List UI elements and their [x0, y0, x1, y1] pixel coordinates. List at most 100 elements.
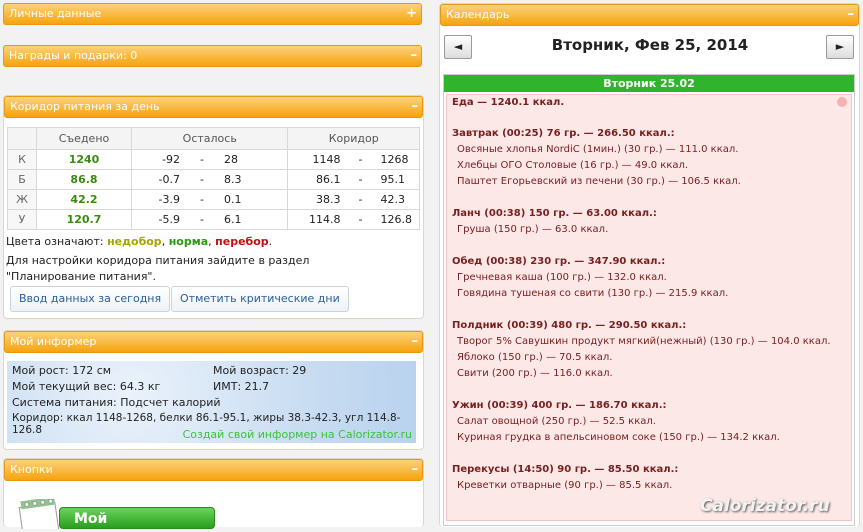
watermark: Calorizator.ru	[700, 496, 830, 516]
table-row: Б 86.8 -0.7 - 8.3 86.1 - 95.1	[7, 169, 421, 190]
awards-header[interactable]: Награды и подарки: 0 –	[3, 45, 422, 67]
informer-height: Мой рост: 172 см	[12, 364, 112, 377]
dash: -	[340, 169, 381, 190]
meal-heading[interactable]: Обед (00:38) 230 гр. — 347.90 ккал.:	[452, 256, 665, 267]
edit-hand-icon[interactable]	[837, 97, 847, 107]
calendar-icon	[17, 496, 63, 532]
corridor-panel: Коридор питания за день – Съедено Остало…	[3, 95, 424, 319]
meal-heading[interactable]: Перекусы (14:50) 90 гр. — 85.50 ккал.:	[452, 464, 678, 475]
informer-link[interactable]: Создай свой информер на Calorizator.ru	[183, 428, 412, 441]
collapse-icon[interactable]: –	[412, 97, 419, 117]
panel-title: Календарь	[446, 8, 510, 21]
meal-item[interactable]: Гречневая каша (100 гр.) — 132.0 ккал.	[457, 272, 667, 283]
panel-title: Коридор питания за день	[10, 100, 160, 113]
eaten-cell: 120.7	[36, 209, 132, 230]
expand-icon[interactable]: +	[406, 4, 417, 24]
col-header: Осталось	[130, 127, 289, 150]
meal-heading[interactable]: Завтрак (00:25) 76 гр. — 266.50 ккал.:	[452, 128, 675, 139]
mark-critical-days-button[interactable]: Отметить критические дни	[171, 286, 349, 312]
corridor-max-cell: 42.3	[380, 189, 421, 210]
meal-item[interactable]: Яблоко (150 гр.) — 70.5 ккал.	[457, 352, 612, 363]
informer-weight: Мой текущий вес: 64.3 кг	[12, 380, 161, 393]
meal-item[interactable]: Овсяные хлопья NordiC (1мин.) (30 гр.) —…	[457, 144, 738, 155]
informer-age: Мой возраст: 29	[213, 364, 307, 377]
left-max-cell: 0.1	[224, 189, 289, 210]
row-label: Ж	[7, 189, 37, 210]
table-row: У 120.7 -5.9 - 6.1 114.8 - 126.8	[7, 209, 421, 230]
dash: -	[180, 209, 224, 230]
legend-under: недобор	[107, 235, 162, 248]
panel-title: Мой информер	[10, 335, 97, 348]
legend-sep: ,	[161, 235, 166, 248]
meal-item[interactable]: Паштет Егорьевский из печени (30 гр.) — …	[457, 176, 741, 187]
row-label: К	[7, 149, 37, 170]
informer-header[interactable]: Мой информер –	[4, 331, 423, 353]
prev-day-button[interactable]: ◄	[444, 35, 472, 59]
meal-item[interactable]: Говядина тушеная со свити (130 гр.) — 21…	[457, 288, 728, 299]
row-label: У	[7, 209, 37, 230]
corridor-max-cell: 1268	[380, 149, 421, 170]
personal-data-header[interactable]: Личные данные +	[3, 3, 422, 25]
next-day-button[interactable]: ►	[826, 35, 854, 59]
left-min-cell: -92	[131, 149, 180, 170]
row-label: Б	[7, 169, 37, 190]
dash: -	[340, 209, 381, 230]
eaten-cell: 42.2	[36, 189, 132, 210]
button-label: Мой	[74, 511, 108, 527]
left-max-cell: 28	[224, 149, 289, 170]
meal-item[interactable]: Креветки отварные (90 гр.) — 85.5 ккал.	[457, 480, 672, 491]
meal-heading[interactable]: Полдник (00:39) 480 гр. — 290.50 ккал.:	[452, 320, 686, 331]
corridor-max-cell: 126.8	[380, 209, 421, 230]
meal-heading[interactable]: Ужин (00:39) 400 гр. — 186.70 ккал.:	[452, 400, 667, 411]
table-row: К 1240 -92 - 28 1148 - 1268	[7, 149, 421, 170]
buttons-header[interactable]: Кнопки –	[4, 459, 423, 481]
col-header: Съедено	[36, 127, 132, 150]
dash: -	[340, 189, 381, 210]
left-min-cell: -0.7	[131, 169, 180, 190]
calendar-header[interactable]: Календарь –	[440, 4, 859, 26]
corridor-header[interactable]: Коридор питания за день –	[4, 96, 423, 118]
collapse-icon[interactable]: –	[412, 460, 419, 480]
collapse-icon[interactable]: –	[412, 332, 419, 352]
color-legend: Цвета означают: недобор, норма, перебор.	[6, 235, 272, 248]
dash: -	[180, 149, 224, 170]
meal-item[interactable]: Творог 5% Савушкин продукт мягкий(нежный…	[457, 336, 831, 347]
collapse-icon[interactable]: –	[848, 5, 855, 25]
dash: -	[340, 149, 381, 170]
corridor-min-cell: 114.8	[287, 209, 341, 230]
corridor-table: Съедено Осталось Коридор К 1240 -92 - 28…	[7, 127, 421, 230]
legend-sep: ,	[208, 235, 212, 248]
corner-cell	[7, 127, 37, 150]
col-header: Коридор	[287, 127, 420, 150]
table-row: Ж 42.2 -3.9 - 0.1 38.3 - 42.3	[7, 189, 421, 210]
meal-heading[interactable]: Ланч (00:38) 150 гр. — 63.00 ккал.:	[452, 208, 657, 219]
panel-title: Награды и подарки: 0	[9, 49, 138, 62]
meal-item[interactable]: Груша (150 гр.) — 63.0 ккал.	[457, 224, 608, 235]
dash: -	[180, 169, 224, 190]
meal-item[interactable]: Свити (200 гр.) — 116.0 ккал.	[457, 368, 613, 379]
day-card: Вторник 25.02 Еда — 1240.1 ккал. Завтрак…	[443, 74, 855, 526]
left-max-cell: 8.3	[224, 169, 289, 190]
day-entries: Еда — 1240.1 ккал. Завтрак (00:25) 76 гр…	[446, 94, 852, 521]
informer-panel: Мой информер – Мой рост: 172 см Мой возр…	[3, 330, 424, 450]
left-min-cell: -5.9	[131, 209, 180, 230]
day-total: Еда — 1240.1 ккал.	[452, 97, 565, 108]
legend-norm: норма	[168, 235, 209, 248]
day-label: Вторник 25.02	[444, 75, 854, 92]
informer-system: Система питания: Подсчет калорий	[12, 396, 221, 409]
eaten-cell: 1240	[36, 149, 132, 170]
legend-end: .	[268, 235, 273, 248]
meal-item[interactable]: Куриная грудка в апельсиновом соке (150 …	[457, 432, 780, 443]
informer-bmi: ИМТ: 21.7	[213, 380, 270, 393]
corridor-max-cell: 95.1	[380, 169, 421, 190]
left-max-cell: 6.1	[224, 209, 289, 230]
meal-item[interactable]: Хлебцы ОГО Столовые (16 гр.) — 49.0 ккал…	[457, 160, 688, 171]
calendar-panel: Календарь – ◄ Вторник, Фев 25, 2014 ► Вт…	[439, 3, 860, 527]
legend-over: перебор	[215, 235, 269, 248]
buttons-panel: Кнопки – Мой	[3, 458, 424, 532]
enter-today-button[interactable]: Ввод данных за сегодня	[10, 286, 171, 312]
collapse-icon[interactable]: –	[411, 46, 418, 66]
panel-title: Личные данные	[9, 7, 102, 20]
meal-item[interactable]: Салат овощной (250 гр.) — 52.5 ккал.	[457, 416, 656, 427]
informer-widget[interactable]: Мой рост: 172 см Мой возраст: 29 Мой тек…	[7, 361, 416, 443]
